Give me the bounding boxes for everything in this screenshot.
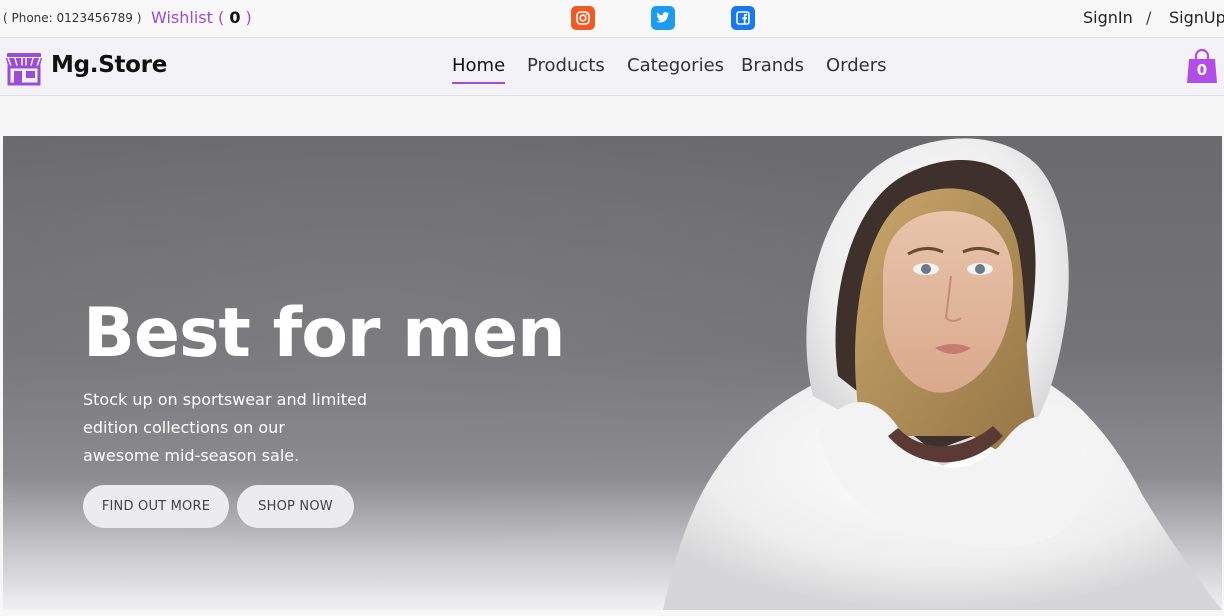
main-navbar: Mg.Store Home Products Categories Brands… xyxy=(0,38,1224,96)
nav-home[interactable]: Home xyxy=(452,55,506,84)
wishlist-close: ) xyxy=(245,8,252,27)
brand-name[interactable]: Mg.Store xyxy=(51,52,167,78)
hero-text-line: awesome mid-season sale. xyxy=(83,446,300,465)
phone-number: ( Phone: 0123456789 ) xyxy=(3,11,142,25)
top-bar: ( Phone: 0123456789 ) Wishlist ( 0 ) Sig… xyxy=(0,0,1224,38)
hero-text-line: Stock up on sportswear and limited xyxy=(83,390,368,409)
hero-text-line: edition collections on our xyxy=(83,418,285,437)
hero-model-image xyxy=(663,138,1222,610)
hero-description: Stock up on sportswear and limited editi… xyxy=(83,386,383,470)
instagram-icon[interactable] xyxy=(571,6,595,30)
facebook-icon[interactable] xyxy=(731,6,755,30)
shop-now-button[interactable]: SHOP NOW xyxy=(237,485,354,528)
auth-separator: / xyxy=(1146,8,1152,27)
find-out-more-button[interactable]: FIND OUT MORE xyxy=(83,485,229,528)
wishlist-count: 0 xyxy=(229,8,241,27)
wishlist-link[interactable]: Wishlist ( 0 ) xyxy=(151,8,252,27)
hero-banner: Best for men Stock up on sportswear and … xyxy=(3,136,1222,610)
twitter-icon[interactable] xyxy=(651,6,675,30)
store-logo-icon[interactable] xyxy=(4,50,44,86)
nav-brands[interactable]: Brands xyxy=(741,55,804,82)
signup-link[interactable]: SignUp xyxy=(1169,8,1224,27)
nav-orders[interactable]: Orders xyxy=(826,55,887,82)
cart-button[interactable]: 0 xyxy=(1186,48,1218,84)
hero-title: Best for men xyxy=(83,294,565,373)
wishlist-label: Wishlist ( xyxy=(151,8,225,27)
nav-categories[interactable]: Categories xyxy=(627,55,724,82)
nav-products[interactable]: Products xyxy=(527,55,605,82)
cart-count: 0 xyxy=(1196,61,1208,79)
signin-link[interactable]: SignIn xyxy=(1083,8,1133,27)
